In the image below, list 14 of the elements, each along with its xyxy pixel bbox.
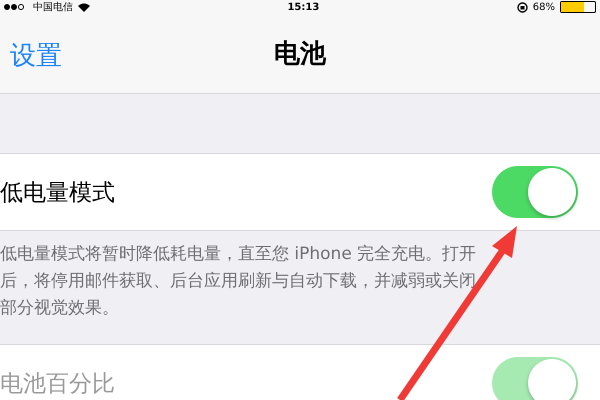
carrier-name: 中国电信 — [33, 0, 73, 14]
battery-icon — [560, 1, 596, 13]
toggle-switch[interactable] — [492, 166, 578, 218]
back-button[interactable]: 设置 — [10, 38, 62, 73]
status-time: 15:13 — [287, 2, 320, 12]
wifi-icon — [78, 2, 90, 12]
footer-note-line: 后，将停用邮件获取、后台应用刷新与自动下载，并减弱或关闭 — [0, 270, 476, 293]
setting-label: 电池百分比 — [0, 370, 115, 398]
battery-percent: 68% — [532, 2, 555, 12]
footer-note-line: 部分视觉效果。 — [0, 297, 119, 320]
nav-title: 电池 — [274, 38, 326, 71]
footer-note-line: 低电量模式将暂时降低耗电量，直至您 iPhone 完全充电。打开 — [0, 243, 476, 266]
setting-label: 低电量模式 — [0, 178, 115, 208]
rotation-lock-icon — [516, 2, 528, 12]
